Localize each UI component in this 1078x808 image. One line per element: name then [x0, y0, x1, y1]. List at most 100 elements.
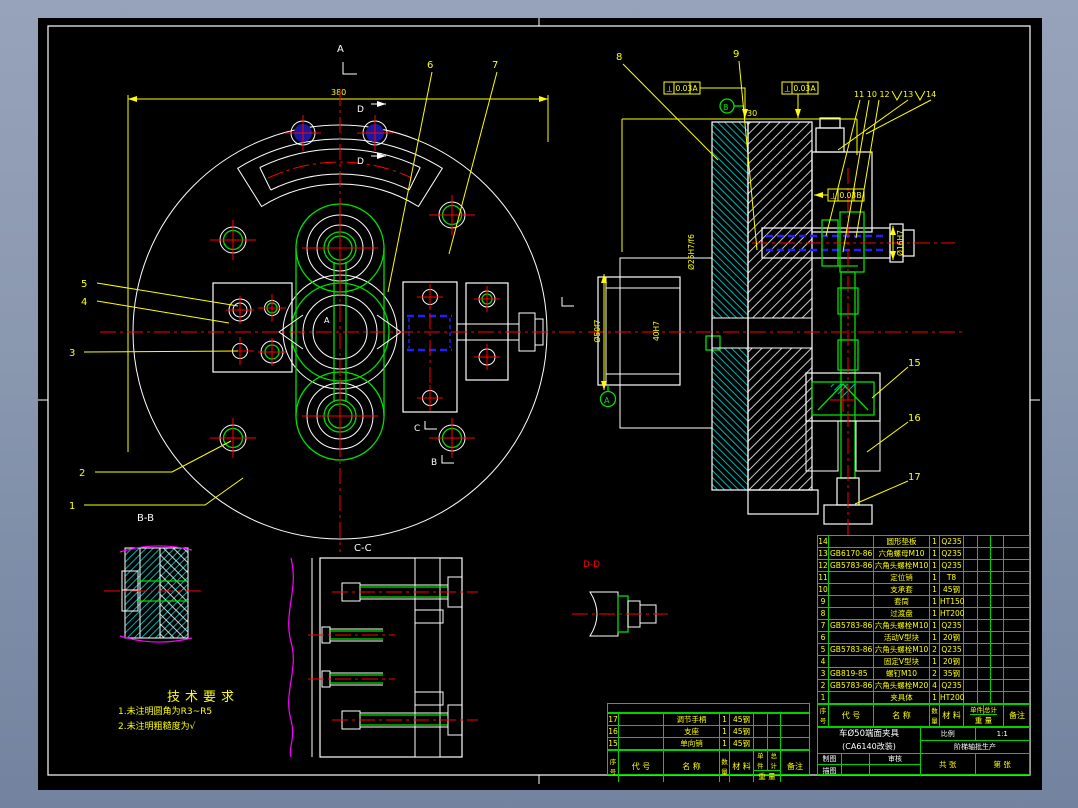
part-qty: 1	[930, 548, 940, 559]
part-no: 5	[818, 644, 829, 655]
parts-table-main-header: 序号 代 号 名 称 数量 材 料 单件 总计 重 量 备注	[817, 703, 1030, 727]
part-code: GB5783-86	[830, 644, 874, 655]
part-qty: 1	[930, 536, 940, 547]
dd-detail-view: D-D	[572, 560, 668, 637]
table-row: 10 支承套 1 45钢	[818, 584, 1029, 596]
part-material: 20钢	[940, 632, 964, 643]
label-dd: D-D	[583, 560, 600, 570]
part-no: 14	[818, 536, 829, 547]
header-total: 总计	[984, 706, 997, 714]
part-no: 8	[818, 608, 829, 619]
sheet-number: 第 张	[993, 759, 1011, 769]
titleblock-trace-label: 描图	[818, 765, 842, 776]
part-unit-weight	[964, 632, 978, 643]
part-qty: 2	[930, 668, 940, 679]
part-note	[1004, 644, 1030, 655]
part-code: GB5783-86	[830, 680, 874, 691]
section-d-top: D	[357, 105, 364, 115]
callout-1: 1	[69, 501, 75, 512]
part-qty: 4	[930, 680, 940, 691]
table-row: 3 GB819-85 螺钉M10 2 35钢	[818, 668, 1029, 680]
tolerance-frame-2: ⊥ 0.03 A	[781, 81, 819, 118]
dim-380: 380	[127, 88, 549, 452]
part-material: Q235	[940, 536, 964, 547]
part-note	[781, 714, 810, 725]
header-weight-group: 单件 总计 重 量	[754, 750, 781, 782]
table-row: 17 调节手柄 1 45钢	[608, 714, 809, 726]
part-qty: 1	[930, 656, 940, 667]
header-no: 序号	[608, 750, 619, 782]
part-no: 13	[818, 548, 829, 559]
part-qty: 1	[930, 596, 940, 607]
part-material: Q235	[940, 620, 964, 631]
header-name: 名 称	[874, 704, 930, 726]
vblock-box	[805, 372, 881, 525]
part-extra	[991, 536, 1004, 547]
dim-inner: 40H7	[652, 321, 661, 341]
part-extra	[991, 572, 1004, 583]
part-no: 4	[818, 656, 829, 667]
part-unit-weight	[964, 668, 978, 679]
parts-table-ext-header: 序号 代 号 名 称 数量 材 料 单件 总计 重 量 备注	[607, 749, 810, 782]
dim-cyl: Ø50f7	[593, 319, 602, 342]
table-row: 8 过渡盘 1 HT200	[818, 608, 1029, 620]
part-qty: 1	[930, 608, 940, 619]
tol1-value: 0.03	[676, 84, 693, 93]
part-extra	[991, 632, 1004, 643]
technical-requirements: 技术要求 1.未注明圆角为R3~R5 2.未注明粗糙度为√	[118, 686, 338, 735]
scale-value: 1:1	[996, 730, 1008, 738]
part-code	[619, 714, 664, 725]
part-unit-weight	[964, 536, 978, 547]
dim-380-text: 380	[331, 88, 346, 97]
section-b-mark: B	[431, 458, 437, 468]
titleblock-check-label: 审核	[870, 754, 921, 765]
drawing-title-line1: 车Ø50端面夹具	[838, 729, 899, 739]
part-unit-weight	[964, 608, 978, 619]
titleblock-check-value	[870, 765, 921, 776]
fixed-vblock-plate	[212, 282, 293, 373]
part-total-weight	[978, 644, 991, 655]
header-unit: 单件	[754, 750, 768, 770]
datum-b: B	[719, 98, 744, 114]
part-extra	[991, 668, 1004, 679]
table-row: 6 活动V型块 1 20钢	[818, 632, 1029, 644]
part-note	[1004, 608, 1030, 619]
table-row: 12 GB5783-86 六角头螺栓M10 1 Q235	[818, 560, 1029, 572]
movable-vblock	[402, 281, 544, 413]
part-note	[1004, 656, 1030, 667]
part-unit-weight	[754, 714, 768, 725]
tech-req-title: 技术要求	[166, 690, 239, 705]
table-row: 16 支座 1 45钢	[608, 726, 809, 738]
callout-14: 14	[926, 90, 936, 99]
table-row: 14 圆形垫板 1 Q235	[818, 536, 1029, 548]
part-total-weight	[978, 608, 991, 619]
part-total-weight	[978, 548, 991, 559]
header-code: 代 号	[619, 750, 664, 782]
part-code	[829, 584, 874, 595]
tol1-symbol: ⊥	[666, 85, 673, 94]
center-a-mark: A	[324, 316, 330, 325]
part-extra	[991, 548, 1004, 559]
tol2-symbol: ⊥	[784, 85, 791, 94]
part-material: HT150	[940, 596, 965, 607]
part-extra	[991, 608, 1004, 619]
part-material: Q235	[940, 644, 964, 655]
callout-15: 15	[908, 358, 921, 369]
titleblock-trace-value	[842, 765, 870, 776]
part-qty: 1	[720, 714, 730, 725]
part-total-weight	[978, 596, 991, 607]
callout-5: 5	[81, 279, 87, 290]
part-name: 六角头螺栓M20	[874, 680, 930, 691]
table-row: 9 套筒 1 HT150	[818, 596, 1029, 608]
batch-note: 阶梯轴批生产	[921, 741, 1029, 754]
table-row: 4 固定V型块 1 20钢	[818, 656, 1029, 668]
part-extra	[991, 680, 1004, 691]
callout-17: 17	[908, 472, 921, 483]
header-no: 序号	[818, 704, 829, 726]
part-note	[1004, 620, 1030, 631]
part-code	[829, 572, 874, 583]
drawing-title-line2: (CA6140改装)	[842, 742, 896, 751]
header-code: 代 号	[829, 704, 874, 726]
parts-table-main: 14 圆形垫板 1 Q235 13 GB6170-86 六角螺母M10 1 Q2…	[817, 535, 1030, 705]
part-qty: 1	[720, 726, 730, 737]
